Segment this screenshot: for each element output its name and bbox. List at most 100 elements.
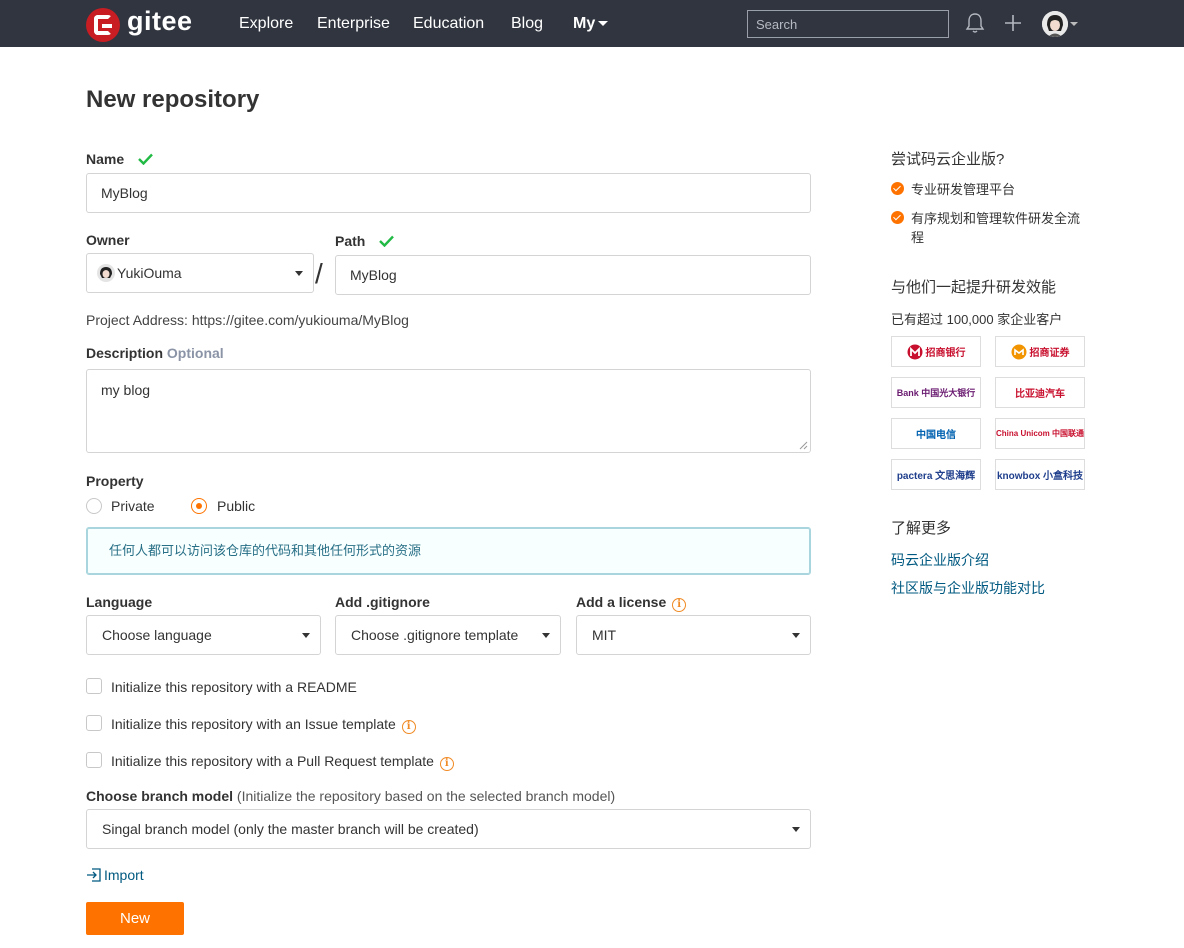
cms-logo-icon	[1011, 344, 1026, 359]
public-info-message: 任何人都可以访问该仓库的代码和其他任何形式的资源	[86, 527, 811, 575]
name-label-text: Name	[86, 151, 125, 167]
plus-icon[interactable]	[1004, 14, 1022, 32]
check-circle-icon	[891, 211, 904, 224]
logo-label: 招商证券	[1029, 348, 1070, 359]
branch-model-select[interactable]: Singal branch model (only the master bra…	[86, 809, 811, 849]
bell-icon[interactable]	[965, 12, 985, 34]
nav-blog[interactable]: Blog	[511, 15, 543, 33]
chevron-down-icon	[598, 21, 609, 26]
owner-value: YukiOuma	[117, 265, 182, 281]
init-issue-label-text: Initialize this repository with an Issue…	[111, 716, 396, 732]
ceb-bank-logo: Bank 中国光大银行	[891, 377, 981, 408]
project-address: Project Address: https://gitee.com/yukio…	[86, 312, 409, 328]
init-pr-checkbox[interactable]	[86, 752, 102, 768]
caret-down-icon	[792, 633, 800, 638]
license-label: Add a license i	[576, 594, 687, 612]
user-avatar[interactable]	[1042, 11, 1068, 37]
cmb-bank-logo: 招商银行	[891, 336, 981, 367]
private-radio-label[interactable]: Private	[111, 498, 155, 514]
customers-count: 已有超过 100,000 家企业客户	[891, 312, 1063, 327]
license-select[interactable]: MIT	[576, 615, 811, 655]
logo-label: pactera 文思海辉	[896, 471, 976, 482]
nav-explore[interactable]: Explore	[239, 15, 293, 33]
nav-my-dropdown[interactable]: My	[573, 15, 609, 33]
learn-more-heading: 了解更多	[891, 520, 952, 537]
page-title: New repository	[86, 86, 260, 113]
path-label-text: Path	[335, 233, 366, 249]
description-textarea[interactable]: my blog	[86, 369, 811, 453]
feature-item: 专业研发管理平台	[891, 180, 1091, 199]
nav-my-label: My	[573, 15, 596, 32]
license-label-text: Add a license	[576, 594, 667, 610]
gitee-logo-icon[interactable]	[86, 8, 120, 42]
caret-down-icon	[302, 633, 310, 638]
china-telecom-logo: 中国电信	[891, 418, 981, 449]
pactera-logo: pactera 文思海辉	[891, 459, 981, 490]
init-pr-label-text: Initialize this repository with a Pull R…	[111, 753, 434, 769]
name-field[interactable]: MyBlog	[86, 173, 811, 213]
init-pr-label[interactable]: Initialize this repository with a Pull R…	[111, 753, 454, 771]
logo-label: 招商银行	[925, 348, 966, 359]
logo-label: China Unicom 中国联通	[996, 429, 1085, 438]
owner-select[interactable]: YukiOuma	[86, 253, 314, 293]
owner-path-separator: /	[315, 258, 323, 289]
info-icon[interactable]: i	[401, 720, 416, 734]
logo-label: Bank 中国光大银行	[896, 388, 976, 398]
enterprise-intro-link[interactable]: 码云企业版介绍	[891, 550, 989, 570]
path-field[interactable]: MyBlog	[335, 255, 811, 295]
avatar-chevron-down-icon[interactable]	[1070, 22, 1078, 26]
public-radio[interactable]	[191, 498, 207, 514]
cmb-logo-icon	[907, 344, 922, 359]
search-input[interactable]	[747, 10, 949, 38]
knowbox-logo: knowbox 小盒科技	[995, 459, 1085, 490]
license-value: MIT	[592, 627, 617, 643]
caret-down-icon	[792, 827, 800, 832]
logo-label: 中国电信	[916, 430, 956, 441]
language-select[interactable]: Choose language	[86, 615, 321, 655]
check-circle-icon	[891, 182, 904, 195]
resize-handle-icon[interactable]	[799, 441, 808, 450]
edition-compare-link[interactable]: 社区版与企业版功能对比	[891, 578, 1045, 598]
property-label: Property	[86, 473, 144, 489]
init-readme-label[interactable]: Initialize this repository with a README	[111, 679, 357, 695]
path-label: Path	[335, 233, 395, 249]
description-value: my blog	[101, 382, 151, 398]
caret-down-icon	[542, 633, 550, 638]
import-icon	[87, 868, 101, 882]
branch-model-label-text: Choose branch model	[86, 788, 234, 804]
name-label: Name	[86, 151, 153, 167]
init-issue-label[interactable]: Initialize this repository with an Issue…	[111, 716, 416, 734]
import-link[interactable]: Import	[86, 867, 144, 883]
language-label: Language	[86, 594, 153, 610]
description-label-text: Description	[86, 345, 164, 361]
info-icon[interactable]: i	[672, 598, 687, 612]
owner-avatar-icon	[97, 264, 115, 282]
create-repository-button[interactable]: New	[86, 902, 184, 935]
optional-tag: Optional	[166, 345, 224, 361]
brand-name[interactable]: gitee	[127, 6, 193, 37]
together-heading: 与他们一起提升研发效能	[891, 279, 1057, 296]
public-radio-label[interactable]: Public	[217, 498, 255, 514]
import-label: Import	[104, 867, 144, 883]
china-unicom-logo: China Unicom 中国联通	[995, 418, 1085, 449]
top-navbar: gitee Explore Enterprise Education Blog …	[0, 0, 1184, 47]
private-radio[interactable]	[86, 498, 102, 514]
owner-label: Owner	[86, 232, 130, 248]
avatar-image-icon	[1042, 11, 1068, 37]
try-enterprise-heading: 尝试码云企业版?	[891, 151, 1005, 168]
feature-text: 专业研发管理平台	[911, 182, 1016, 197]
feature-text: 有序规划和管理软件研发全流程	[911, 211, 1081, 245]
gitignore-label: Add .gitignore	[335, 594, 430, 610]
init-readme-checkbox[interactable]	[86, 678, 102, 694]
gitignore-select[interactable]: Choose .gitignore template	[335, 615, 561, 655]
nav-enterprise[interactable]: Enterprise	[317, 15, 390, 33]
branch-model-note: (Initialize the repository based on the …	[236, 788, 616, 804]
logo-label: 比亚迪汽车	[1015, 389, 1065, 400]
nav-education[interactable]: Education	[413, 15, 484, 33]
check-icon	[138, 153, 153, 165]
info-icon[interactable]: i	[439, 757, 454, 771]
byd-logo: 比亚迪汽车	[995, 377, 1085, 408]
init-issue-checkbox[interactable]	[86, 715, 102, 731]
gitignore-value: Choose .gitignore template	[351, 627, 519, 643]
logo-label: knowbox 小盒科技	[996, 471, 1084, 482]
